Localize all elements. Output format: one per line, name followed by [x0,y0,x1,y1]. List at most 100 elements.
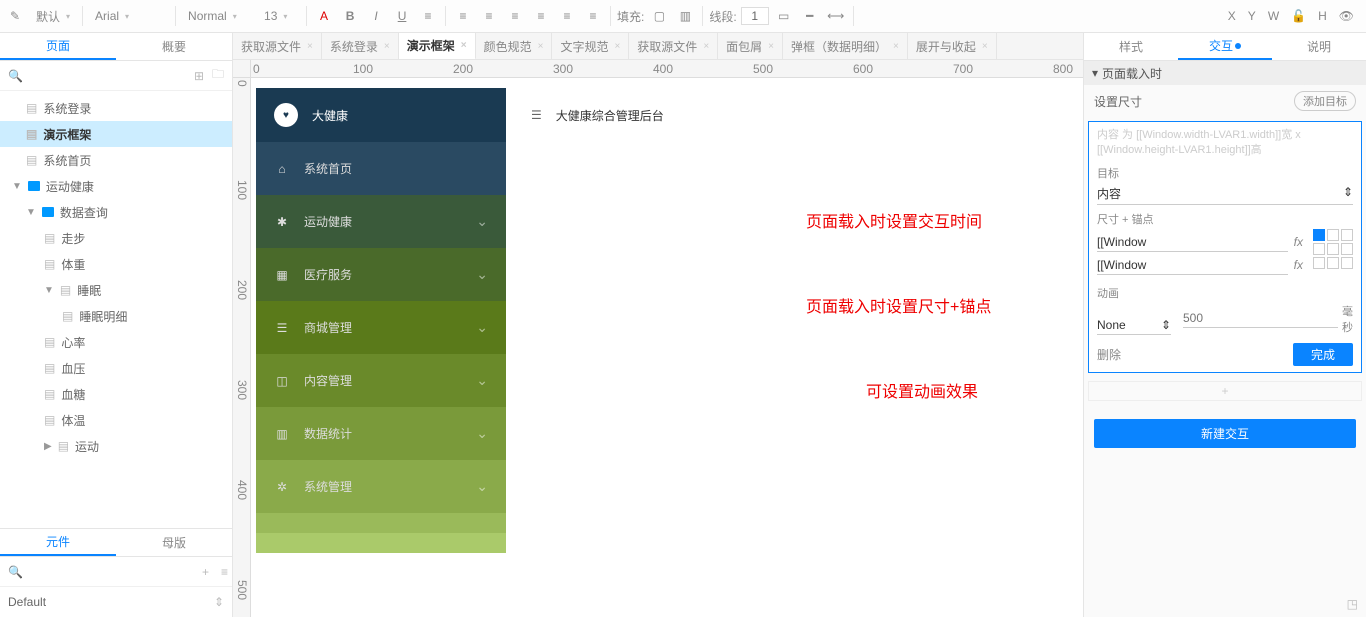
left-panel: 页面 概要 🔍 ⊞ 🗀 ▤系统登录▤演示框架▤系统首页▼运动健康▼数据查询▤走步… [0,33,233,617]
tab-notes[interactable]: 说明 [1272,33,1366,60]
tab-interactions[interactable]: 交互 [1178,33,1272,60]
page-search-input[interactable] [31,69,186,83]
close-icon[interactable]: × [768,41,774,52]
document-tab[interactable]: 获取源文件× [629,33,718,59]
lock-icon[interactable]: 🔓 [1291,9,1306,23]
fill-color-icon[interactable]: ▢ [648,5,670,27]
widget-search-input[interactable] [35,565,190,579]
close-icon[interactable]: × [982,41,988,52]
tree-item[interactable]: ▤系统首页 [0,147,232,173]
width-input[interactable] [1097,233,1288,252]
tree-item[interactable]: ▤系统登录 [0,95,232,121]
add-page-icon[interactable]: ⊞ [194,69,204,83]
align-left-icon[interactable]: ≡ [452,5,474,27]
line-label: 线段: [709,8,736,25]
fx-width-icon[interactable]: fx [1294,235,1303,249]
style-dropdown[interactable]: 默认▾ [30,4,76,28]
close-icon[interactable]: × [614,41,620,52]
tree-item[interactable]: ▤血压 [0,355,232,381]
tree-item[interactable]: ▤走步 [0,225,232,251]
tab-style[interactable]: 样式 [1084,33,1178,60]
close-icon[interactable]: × [893,41,899,52]
document-tab[interactable]: 文字规范× [552,33,629,59]
anchor-grid[interactable] [1313,229,1353,269]
proto-nav-item: ◫内容管理⌄ [256,354,506,407]
delete-action-button[interactable]: 删除 [1097,346,1121,363]
library-menu-icon[interactable]: ≡ [221,565,228,579]
bullets-icon[interactable]: ≡ [417,5,439,27]
widget-search-icon: 🔍 [8,565,23,579]
document-tab[interactable]: 面包屑× [718,33,783,59]
size-anchor-label: 尺寸 + 锚点 [1097,211,1353,227]
line-width-input[interactable] [741,7,769,25]
tab-outline[interactable]: 概要 [116,33,232,60]
tree-item[interactable]: ▶▤运动 [0,433,232,459]
tree-item[interactable]: ▤体温 [0,407,232,433]
align-bottom-icon[interactable]: ≡ [582,5,604,27]
prototype-topbar-title: 大健康综合管理后台 [556,107,664,124]
document-tab[interactable]: 演示框架× [399,33,476,59]
close-icon[interactable]: × [384,41,390,52]
animation-select[interactable]: None⇕ [1097,316,1171,335]
proto-nav-item: ▥数据统计⌄ [256,407,506,460]
align-center-icon[interactable]: ≡ [478,5,500,27]
prototype-topbar: ☰ 大健康综合管理后台 [531,88,664,142]
align-top-icon[interactable]: ≡ [530,5,552,27]
line-color-icon[interactable]: ▭ [773,5,795,27]
tree-item[interactable]: ▤血糖 [0,381,232,407]
done-button[interactable]: 完成 [1293,343,1353,366]
new-interaction-button[interactable]: 新建交互 [1094,419,1356,448]
font-weight-dropdown[interactable]: Normal▾ [182,4,254,28]
duration-input[interactable] [1183,309,1338,328]
close-icon[interactable]: × [307,41,313,52]
format-painter-icon[interactable]: ✎ [4,5,26,27]
add-library-icon[interactable]: + [202,565,209,579]
close-icon[interactable]: × [703,41,709,52]
fx-height-icon[interactable]: fx [1294,258,1303,272]
height-input[interactable] [1097,256,1288,275]
add-target-button[interactable]: 添加目标 [1294,91,1356,111]
action-row: 设置尺寸 添加目标 [1084,85,1366,117]
document-tab[interactable]: 展开与收起× [908,33,997,59]
document-tab[interactable]: 弹框（数据明细）× [783,33,908,59]
document-tab[interactable]: 颜色规范× [476,33,553,59]
tree-item[interactable]: ▤心率 [0,329,232,355]
font-color-icon[interactable]: A [313,5,335,27]
align-right-icon[interactable]: ≡ [504,5,526,27]
fill-image-icon[interactable]: ▥ [674,5,696,27]
document-tab[interactable]: 获取源文件× [233,33,322,59]
tree-item[interactable]: ▼▤睡眠 [0,277,232,303]
align-middle-icon[interactable]: ≡ [556,5,578,27]
italic-icon[interactable]: I [365,5,387,27]
underline-icon[interactable]: U [391,5,413,27]
add-case-button[interactable]: + [1088,381,1362,401]
bold-icon[interactable]: B [339,5,361,27]
event-header[interactable]: ▾页面载入时 [1084,61,1366,85]
tree-item[interactable]: ▤演示框架 [0,121,232,147]
canvas[interactable]: ♥ 大健康 ⌂系统首页✱运动健康⌄▦医疗服务⌄☰商城管理⌄◫内容管理⌄▥数据统计… [251,78,1083,617]
tab-masters[interactable]: 母版 [116,529,232,556]
visibility-icon[interactable]: 👁 [1339,9,1354,23]
target-label: 目标 [1097,165,1353,181]
tree-item[interactable]: ▤体重 [0,251,232,277]
tree-item[interactable]: ▼数据查询 [0,199,232,225]
tree-item[interactable]: ▼运动健康 [0,173,232,199]
w-label: W [1268,9,1279,23]
arrow-icon[interactable]: ⟷ [825,5,847,27]
target-select[interactable]: 内容⇕ [1097,183,1353,205]
close-icon[interactable]: × [461,40,467,51]
panel-detach-icon[interactable]: ◳ [1347,597,1358,611]
tab-pages[interactable]: 页面 [0,33,116,60]
tab-widgets[interactable]: 元件 [0,529,116,556]
ruler-vertical: 0100200300400500 [233,78,251,617]
font-size-dropdown[interactable]: 13▾ [258,4,300,28]
add-folder-icon[interactable]: 🗀 [212,65,224,86]
menu-toggle-icon: ☰ [531,108,542,122]
search-icon: 🔍 [8,69,23,83]
line-style-icon[interactable]: ━ [799,5,821,27]
close-icon[interactable]: × [538,41,544,52]
font-family-dropdown[interactable]: Arial▾ [89,4,169,28]
tree-item[interactable]: ▤睡眠明细 [0,303,232,329]
library-selector[interactable]: Default⇕ [0,587,232,617]
document-tab[interactable]: 系统登录× [322,33,399,59]
